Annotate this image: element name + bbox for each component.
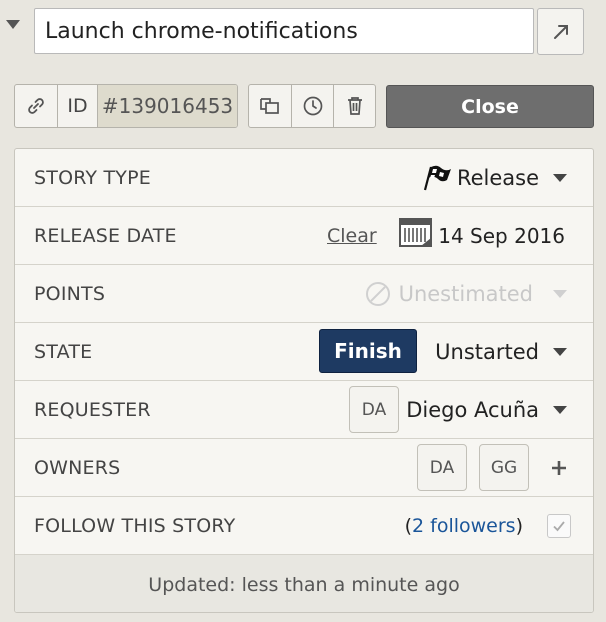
copy-id-button[interactable]: ID	[58, 85, 98, 127]
chevron-down-icon	[553, 173, 567, 182]
release-date-row: RELEASE DATE Clear 14 Sep 2016	[15, 207, 593, 265]
close-button[interactable]: Close	[386, 85, 594, 128]
history-button[interactable]	[291, 85, 333, 127]
finish-button[interactable]: Finish	[319, 329, 417, 373]
clear-date-link[interactable]: Clear	[327, 225, 377, 247]
check-icon	[553, 520, 565, 531]
followers-close-paren: )	[515, 514, 523, 537]
story-id-group: ID #139016453	[14, 84, 238, 128]
points-label: POINTS	[34, 282, 106, 305]
story-tools	[248, 84, 376, 128]
owners-row: OWNERS DA GG	[15, 439, 593, 497]
state-value: Unstarted	[435, 339, 539, 364]
follow-checkbox[interactable]	[547, 513, 571, 538]
updated-text: Updated: less than a minute ago	[148, 573, 460, 596]
followers-text: ( 2 followers )	[405, 515, 523, 537]
trash-icon	[347, 97, 362, 115]
owner-avatar[interactable]: DA	[417, 444, 467, 491]
story-type-label: STORY TYPE	[34, 166, 151, 189]
expand-story-button[interactable]	[537, 8, 584, 55]
requester-avatar: DA	[349, 386, 399, 433]
plus-icon[interactable]	[551, 460, 567, 476]
followers-link[interactable]: 2 followers	[412, 515, 516, 537]
collapse-arrow-icon[interactable]	[6, 20, 20, 29]
chevron-down-icon	[553, 347, 567, 356]
follow-label: FOLLOW THIS STORY	[34, 514, 236, 537]
release-date-value: 14 Sep 2016	[438, 223, 565, 248]
updated-footer: Updated: less than a minute ago	[15, 555, 593, 612]
story-type-row: STORY TYPE Release	[15, 149, 593, 207]
followers-open-paren: (	[404, 514, 412, 537]
owner-avatar[interactable]: GG	[479, 444, 529, 491]
follow-row: FOLLOW THIS STORY ( 2 followers )	[15, 497, 593, 555]
requester-value: Diego Acuña	[406, 397, 539, 422]
chevron-down-icon	[553, 289, 567, 298]
points-select: Unestimated	[365, 281, 567, 307]
story-type-value: Release	[456, 165, 539, 190]
flag-icon	[423, 165, 451, 190]
link-icon	[28, 98, 44, 114]
clock-icon	[303, 96, 322, 116]
owners-label: OWNERS	[34, 456, 121, 479]
clone-icon	[260, 98, 279, 114]
story-title-input[interactable]	[34, 8, 534, 54]
state-select[interactable]: Unstarted	[435, 340, 567, 364]
state-row: STATE Finish Unstarted	[15, 323, 593, 381]
release-date-label: RELEASE DATE	[34, 224, 177, 247]
state-label: STATE	[34, 340, 93, 363]
external-link-icon	[553, 24, 568, 39]
points-row: POINTS Unestimated	[15, 265, 593, 323]
requester-label: REQUESTER	[34, 398, 151, 421]
no-estimate-icon	[365, 281, 390, 306]
requester-select[interactable]: Diego Acuña	[406, 398, 567, 422]
story-id-value[interactable]: #139016453	[98, 85, 237, 127]
points-value: Unestimated	[398, 281, 533, 306]
calendar-icon[interactable]	[399, 218, 433, 250]
delete-story-button[interactable]	[333, 85, 375, 127]
copy-link-button[interactable]	[15, 85, 58, 127]
requester-row: REQUESTER DA Diego Acuña	[15, 381, 593, 439]
story-type-select[interactable]: Release	[421, 164, 567, 192]
story-details-panel: STORY TYPE Release RELEASE DATE Clear 14…	[14, 148, 594, 613]
clone-story-button[interactable]	[249, 85, 291, 127]
chevron-down-icon	[553, 405, 567, 414]
